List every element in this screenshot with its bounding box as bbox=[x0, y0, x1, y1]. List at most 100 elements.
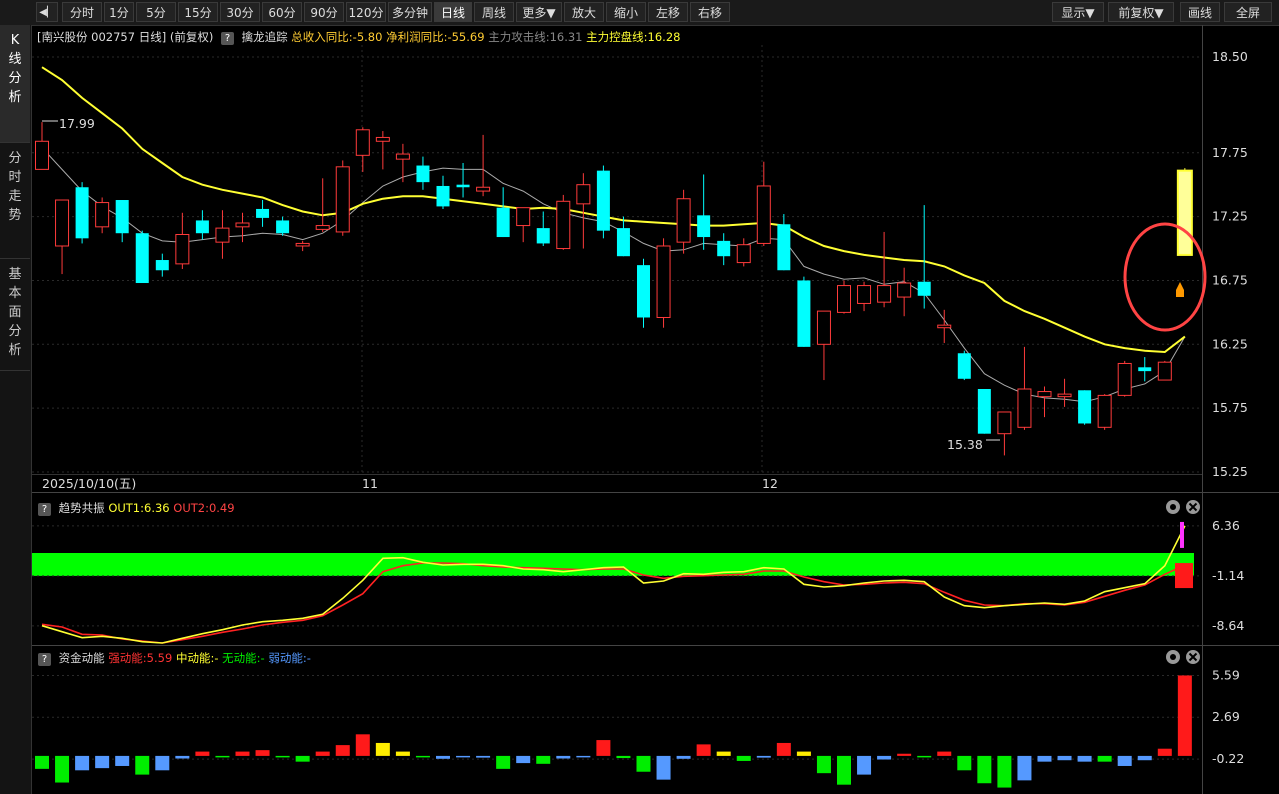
toolbar-right-btn-1[interactable]: 前复权▼ bbox=[1108, 2, 1174, 22]
momentum-bar bbox=[656, 755, 671, 780]
toolbar-right-btn-0[interactable]: 显示▼ bbox=[1052, 2, 1104, 22]
toolbar-btn-11[interactable]: 更多▼ bbox=[516, 2, 562, 22]
candle-body-up bbox=[516, 207, 531, 227]
momentum-bar bbox=[35, 755, 49, 769]
low-price-label: 15.38 bbox=[947, 437, 983, 452]
candle-body-down bbox=[456, 184, 470, 188]
strong-label: 强动能:5.59 bbox=[108, 651, 173, 665]
candle-body-up bbox=[937, 324, 952, 329]
toolbar-btn-14[interactable]: 左移 bbox=[648, 2, 688, 22]
candle-body-down bbox=[616, 228, 630, 257]
momentum-bar bbox=[175, 755, 190, 759]
side-tab-0[interactable]: K线分析 bbox=[0, 25, 30, 143]
panel2-name: 趋势共振 bbox=[58, 501, 105, 515]
candle-body-down bbox=[276, 220, 290, 234]
toolbar-btn-12[interactable]: 放大 bbox=[564, 2, 604, 22]
momentum-bar bbox=[415, 755, 430, 758]
momentum-bar bbox=[1037, 755, 1052, 762]
candle-body-up bbox=[395, 153, 410, 160]
momentum-bar bbox=[556, 755, 571, 759]
momentum-bar bbox=[195, 751, 210, 756]
momentum-bar bbox=[957, 755, 972, 771]
momentum-bar bbox=[1117, 755, 1132, 766]
candle-body-up bbox=[656, 245, 671, 318]
candle-body-down bbox=[416, 165, 430, 183]
candle-body-up bbox=[55, 199, 70, 247]
momentum-bar bbox=[536, 755, 551, 764]
toolbar-btn-0[interactable]: 分时 bbox=[62, 2, 102, 22]
momentum-bar bbox=[1017, 755, 1032, 781]
candle-body-down bbox=[75, 187, 89, 239]
momentum-bar bbox=[375, 742, 390, 756]
help-icon[interactable]: ? bbox=[38, 503, 51, 516]
candle-body-signal bbox=[1176, 169, 1193, 256]
momentum-bar bbox=[275, 755, 290, 758]
weak-label: 弱动能:- bbox=[268, 651, 311, 665]
momentum-bar bbox=[115, 755, 130, 766]
candle-body-down bbox=[797, 280, 811, 347]
play-back-icon[interactable]: ◀▏ bbox=[36, 2, 58, 22]
candle-body-up bbox=[355, 129, 370, 156]
toolbar-btn-5[interactable]: 60分 bbox=[262, 2, 302, 22]
candle-body-up bbox=[315, 225, 330, 230]
toolbar-right-btn-2[interactable]: 画线 bbox=[1180, 2, 1220, 22]
y-tick-label: 6.36 bbox=[1212, 518, 1240, 533]
help-icon[interactable]: ? bbox=[220, 32, 234, 45]
candle-body-down bbox=[917, 281, 931, 296]
candle-body-up bbox=[175, 233, 190, 265]
y-tick-label: 16.75 bbox=[1212, 272, 1248, 287]
momentum-bar bbox=[135, 755, 150, 775]
mid-label: 中动能:- bbox=[175, 651, 219, 665]
out1-line bbox=[41, 525, 1186, 644]
out2-line bbox=[41, 562, 1186, 644]
y-tick-label: 17.25 bbox=[1212, 209, 1248, 224]
toolbar-btn-15[interactable]: 右移 bbox=[690, 2, 730, 22]
momentum-bar bbox=[636, 755, 651, 772]
momentum-bar bbox=[1157, 748, 1172, 756]
toolbar-btn-9[interactable]: 日线 bbox=[434, 2, 472, 22]
y-tick-label: 18.50 bbox=[1212, 49, 1248, 64]
ma-yellow-line bbox=[41, 66, 1186, 354]
toolbar-btn-3[interactable]: 15分 bbox=[178, 2, 218, 22]
toolbar-btn-10[interactable]: 周线 bbox=[474, 2, 514, 22]
candle-body-up bbox=[1017, 388, 1032, 428]
momentum-bar bbox=[55, 755, 70, 783]
candle-body-down bbox=[1138, 367, 1152, 372]
candle-body-down bbox=[135, 233, 149, 284]
momentum-bar bbox=[155, 755, 170, 771]
toolbar-btn-7[interactable]: 120分 bbox=[346, 2, 386, 22]
candle-body-down bbox=[697, 215, 711, 238]
momentum-bar bbox=[716, 751, 731, 756]
toolbar-btn-4[interactable]: 30分 bbox=[220, 2, 260, 22]
toolbar-btn-2[interactable]: 5分 bbox=[136, 2, 176, 22]
month-label: 11 bbox=[362, 476, 378, 491]
momentum-bar bbox=[676, 755, 691, 759]
momentum-bar bbox=[456, 755, 471, 758]
candle-body-up bbox=[1157, 361, 1172, 381]
candle-body-down bbox=[637, 265, 650, 318]
side-tab-2[interactable]: 基本面分析 bbox=[0, 259, 30, 371]
help-icon[interactable]: ? bbox=[38, 653, 51, 666]
candle-body-up bbox=[857, 285, 872, 304]
candle-body-up bbox=[877, 285, 892, 303]
momentum-bar bbox=[837, 755, 851, 785]
candle-body-up bbox=[736, 244, 751, 264]
month-label: 12 bbox=[762, 476, 778, 491]
chart-canvas[interactable]: 18.50 17.75 17.25 16.75 16.25 15.75 15.25 17.99… bbox=[0, 0, 1279, 794]
momentum-bar bbox=[997, 755, 1012, 788]
candle-body-down bbox=[536, 228, 550, 244]
momentum-bar bbox=[516, 755, 531, 764]
toolbar-btn-6[interactable]: 90分 bbox=[304, 2, 344, 22]
out-signal-spike bbox=[1180, 521, 1184, 548]
toolbar-right-btn-3[interactable]: 全屏 bbox=[1224, 2, 1272, 22]
toolbar-btn-8[interactable]: 多分钟 bbox=[388, 2, 432, 22]
momentum-bar bbox=[576, 755, 591, 758]
side-tab-1[interactable]: 分时走势 bbox=[0, 143, 30, 259]
candle-body-down bbox=[496, 207, 510, 238]
candle-body-down bbox=[717, 240, 731, 257]
panel2-title: ? 趋势共振 OUT1:6.36 OUT2:0.49 bbox=[34, 500, 235, 516]
y-tick-label: 16.25 bbox=[1212, 336, 1248, 351]
toolbar-btn-13[interactable]: 缩小 bbox=[606, 2, 646, 22]
toolbar-btn-1[interactable]: 1分 bbox=[104, 2, 134, 22]
high-price-label: 17.99 bbox=[59, 116, 95, 131]
